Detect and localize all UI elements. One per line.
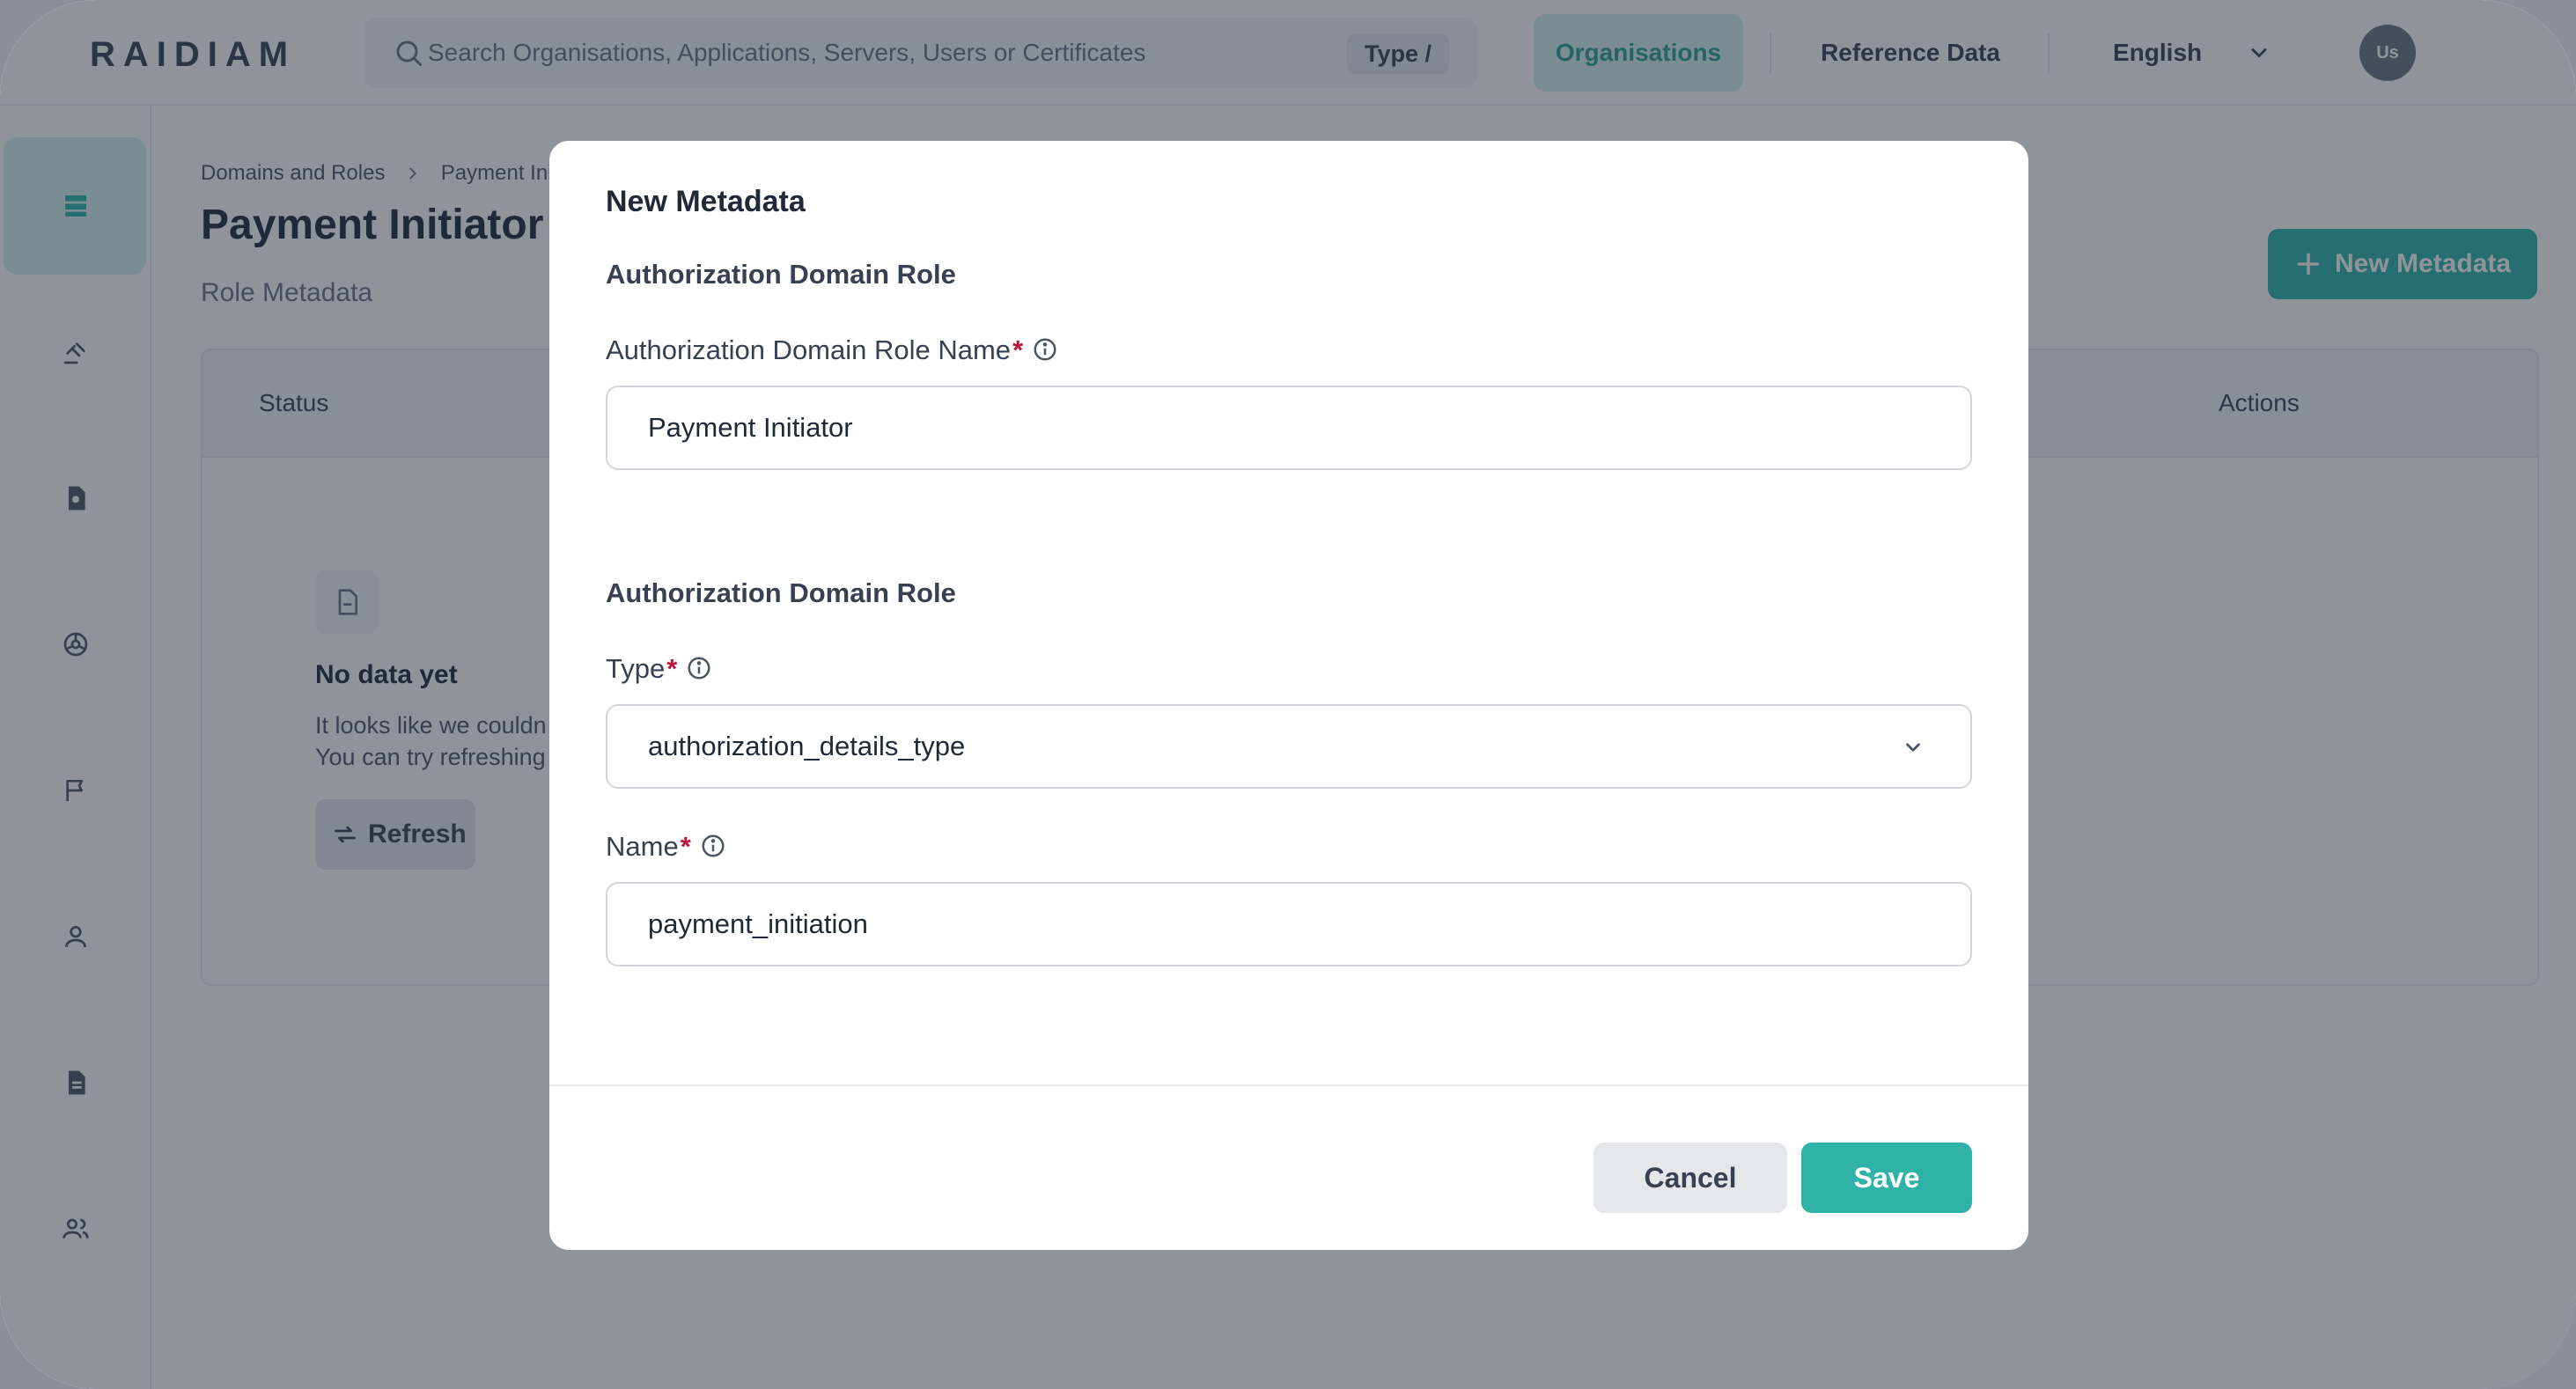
name-label: Name* [606,831,726,863]
name-input[interactable] [606,882,1972,966]
type-label-text: Type [606,653,666,684]
role-name-label-text: Authorization Domain Role Name [606,334,1012,365]
app-window: RAIDIAM Type / Organisations Reference D… [0,0,2576,1389]
role-name-label: Authorization Domain Role Name* [606,334,1058,366]
chevron-down-icon [1906,743,1920,752]
name-label-text: Name [606,831,679,862]
new-metadata-modal: New Metadata Authorization Domain Role A… [549,141,2028,1250]
required-asterisk: * [680,831,691,862]
type-label: Type* [606,653,712,685]
info-icon[interactable] [1032,336,1058,363]
section-title-role: Authorization Domain Role [606,259,956,290]
type-select[interactable]: authorization_details_type [606,704,1972,789]
type-select-value: authorization_details_type [648,731,966,761]
required-asterisk: * [666,653,678,684]
info-icon[interactable] [700,833,726,859]
role-name-input[interactable] [606,386,1972,470]
modal-footer: Cancel Save [549,1084,2028,1250]
required-asterisk: * [1012,334,1024,365]
info-icon[interactable] [686,655,712,681]
save-button[interactable]: Save [1801,1143,1972,1213]
modal-title: New Metadata [606,185,806,218]
cancel-button[interactable]: Cancel [1593,1143,1787,1213]
section-title-metadata: Authorization Domain Role [606,577,956,608]
